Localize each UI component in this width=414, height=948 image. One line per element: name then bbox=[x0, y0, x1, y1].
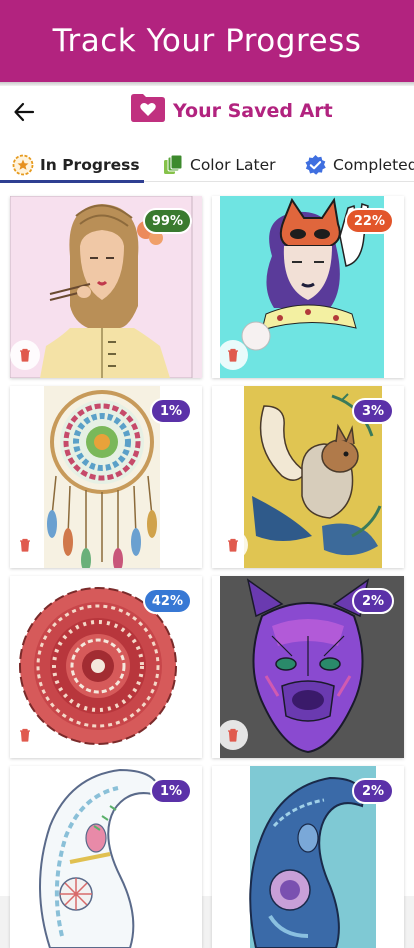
progress-badge: 99% bbox=[142, 208, 192, 234]
artwork-card[interactable]: 3% bbox=[212, 386, 404, 568]
tab-label: Completed bbox=[333, 156, 414, 174]
tab-label: Color Later bbox=[190, 156, 276, 174]
artwork-card[interactable]: 2% bbox=[212, 766, 404, 948]
delete-button[interactable] bbox=[10, 340, 40, 370]
progress-badge: 1% bbox=[150, 398, 192, 424]
delete-button[interactable] bbox=[10, 720, 40, 750]
tab-bar: In Progress Color Later Completed bbox=[0, 148, 414, 182]
header: Your Saved Art bbox=[0, 86, 414, 138]
progress-badge: 1% bbox=[150, 778, 192, 804]
artwork-card[interactable]: 1% bbox=[10, 766, 202, 948]
trash-icon bbox=[20, 728, 30, 742]
promo-banner: Track Your Progress bbox=[0, 0, 414, 82]
back-button[interactable] bbox=[10, 98, 38, 126]
heart-folder-icon bbox=[131, 94, 165, 122]
tab-label: In Progress bbox=[40, 156, 140, 174]
progress-badge: 3% bbox=[352, 398, 394, 424]
banner-title: Track Your Progress bbox=[52, 23, 362, 59]
progress-badge: 22% bbox=[344, 208, 394, 234]
arrow-left-icon bbox=[14, 102, 35, 122]
check-badge-icon bbox=[305, 154, 326, 175]
progress-badge: 2% bbox=[352, 778, 394, 804]
header-title-group: Your Saved Art bbox=[130, 93, 333, 123]
trash-icon bbox=[20, 538, 30, 552]
progress-badge: 42% bbox=[142, 588, 192, 614]
tab-in-progress[interactable]: In Progress bbox=[12, 148, 140, 182]
delete-button[interactable] bbox=[218, 720, 248, 750]
progress-badge: 2% bbox=[352, 588, 394, 614]
artwork-card[interactable]: 2% bbox=[212, 576, 404, 758]
artwork-card[interactable]: 99% bbox=[10, 196, 202, 378]
artwork-card[interactable]: 1% bbox=[10, 386, 202, 568]
delete-button[interactable] bbox=[10, 530, 40, 560]
artwork-card[interactable]: 22% bbox=[212, 196, 404, 378]
trash-icon bbox=[20, 348, 30, 362]
artwork-card[interactable]: 42% bbox=[10, 576, 202, 758]
trash-icon bbox=[228, 348, 238, 362]
trash-icon bbox=[228, 728, 238, 742]
stacked-cards-icon bbox=[164, 154, 183, 174]
star-circle-icon bbox=[12, 154, 34, 176]
page-title: Your Saved Art bbox=[173, 100, 333, 122]
active-tab-indicator bbox=[0, 180, 144, 183]
trash-icon bbox=[228, 538, 238, 552]
saved-art-screen: Your Saved Art In Progress Color Later C bbox=[0, 86, 414, 948]
delete-button[interactable] bbox=[218, 340, 248, 370]
tab-color-later[interactable]: Color Later bbox=[162, 148, 276, 182]
delete-button[interactable] bbox=[218, 530, 248, 560]
tab-completed[interactable]: Completed bbox=[304, 148, 414, 182]
